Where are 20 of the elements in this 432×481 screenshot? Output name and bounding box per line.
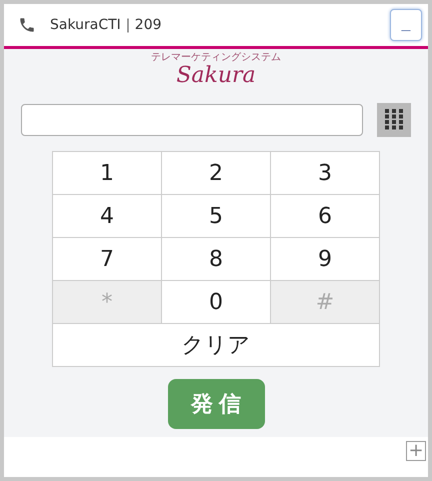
minimize-button[interactable]: _ xyxy=(390,9,422,41)
keypad-key[interactable]: 8 xyxy=(162,238,270,280)
keypad-key[interactable]: 3 xyxy=(271,152,379,194)
keypad-key[interactable]: 6 xyxy=(271,195,379,237)
window-title: SakuraCTI｜209 xyxy=(50,16,163,34)
phone-icon xyxy=(18,16,36,34)
logo-tagline: テレマーケティングシステム xyxy=(151,53,281,63)
logo-text: Sakura xyxy=(176,63,256,89)
keypad-key[interactable]: 0 xyxy=(162,281,270,323)
clear-button[interactable]: クリア xyxy=(53,324,379,366)
expand-button[interactable]: + xyxy=(406,441,426,461)
keypad-key[interactable]: 1 xyxy=(53,152,161,194)
keypad-toggle-button[interactable] xyxy=(377,103,411,137)
keypad-key[interactable]: 9 xyxy=(271,238,379,280)
phone-number-field[interactable] xyxy=(21,104,363,136)
keypad-icon xyxy=(383,109,405,131)
keypad-key[interactable]: 2 xyxy=(162,152,270,194)
keypad-key[interactable]: 7 xyxy=(53,238,161,280)
keypad-key[interactable]: 5 xyxy=(162,195,270,237)
keypad-key[interactable]: 4 xyxy=(53,195,161,237)
